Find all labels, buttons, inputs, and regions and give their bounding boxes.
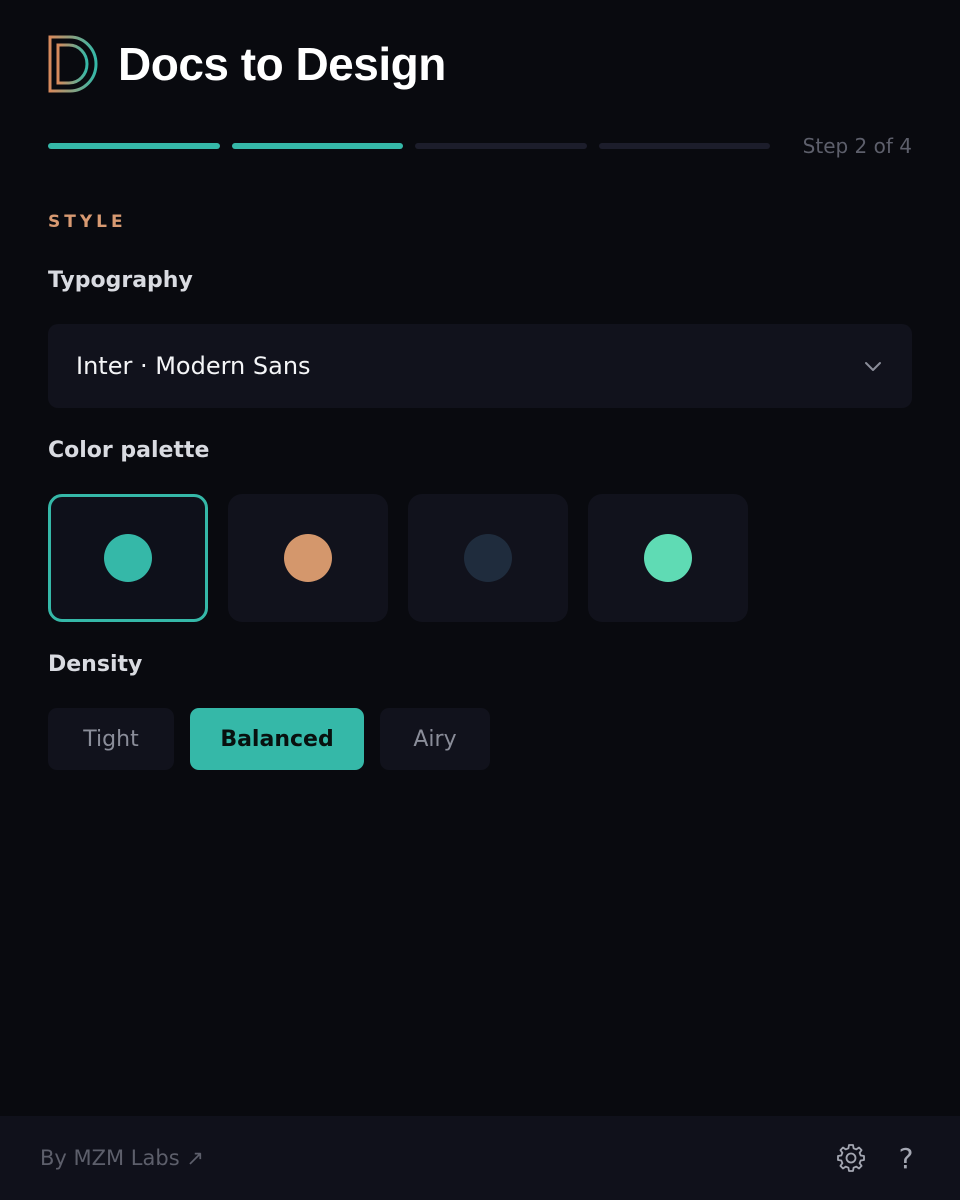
app-title: Docs to Design [118,38,446,90]
density-label: Density [48,652,143,677]
app-root: Docs to Design Step 2 of 4 STYLE Typogra… [0,0,960,1200]
progress-segment-4 [599,143,770,149]
color-palette-label: Color palette [48,438,210,463]
settings-button[interactable] [836,1143,866,1173]
typography-select-value: Inter · Modern Sans [76,352,311,380]
progress-segment-1 [48,143,220,149]
density-option-airy[interactable]: Airy [380,708,490,770]
color-palette [48,494,748,622]
gear-icon [837,1144,865,1172]
step-progress: Step 2 of 4 [48,131,912,161]
footer-actions: ? [836,1142,920,1175]
palette-swatch-3[interactable] [408,494,568,622]
progress-segment-3 [415,143,587,149]
header: Docs to Design [48,34,446,94]
footer: By MZM Labs ↗ ? [0,1116,960,1200]
step-label: Step 2 of 4 [802,134,912,158]
palette-swatch-2[interactable] [228,494,388,622]
chevron-down-icon [865,362,881,371]
typography-select[interactable]: Inter · Modern Sans [48,324,912,408]
density-option-tight[interactable]: Tight [48,708,174,770]
density-option-balanced[interactable]: Balanced [190,708,364,770]
typography-label: Typography [48,268,193,293]
density-selector: Tight Balanced Airy [48,708,490,770]
palette-swatch-dot [104,534,152,582]
palette-swatch-1[interactable] [48,494,208,622]
d-logo-icon [48,35,98,93]
palette-swatch-4[interactable] [588,494,748,622]
help-button[interactable]: ? [892,1142,920,1175]
section-label-style: STYLE [48,212,127,232]
palette-swatch-dot [464,534,512,582]
palette-swatch-dot [284,534,332,582]
progress-segment-2 [232,143,403,149]
palette-swatch-dot [644,534,692,582]
brand-link[interactable]: By MZM Labs ↗ [40,1146,204,1170]
